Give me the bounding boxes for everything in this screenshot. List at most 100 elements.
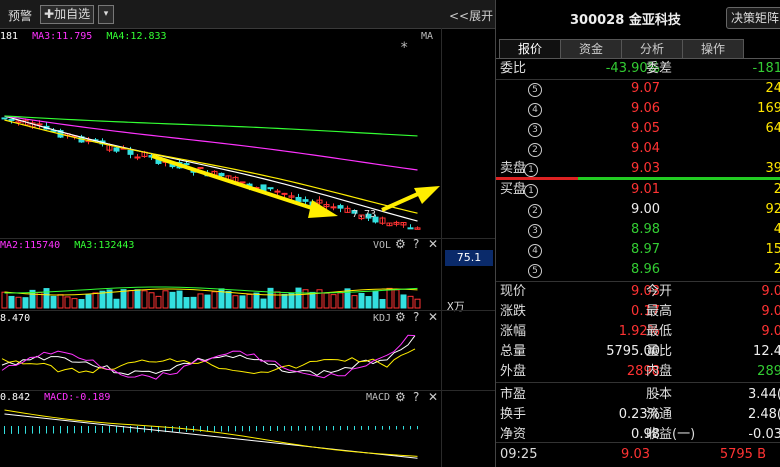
volume-bar [113,298,120,309]
chart-toolbar: 预警 ✚加自选 ▾ <<展开 [0,0,495,29]
volume-chart[interactable] [0,238,441,310]
volume-bar [393,289,400,309]
candle-body [113,147,120,152]
volume-bar [372,290,379,309]
volume-bar [190,296,197,309]
volume-bar [274,291,281,309]
annotation-arrow [414,186,440,204]
volume-bar [197,293,204,309]
volume-bar [295,287,302,309]
expand-button[interactable]: <<展开 [449,7,493,24]
vol-axis-highlight: 75.1 [445,250,493,266]
ma-line [4,115,418,171]
tab-quote[interactable]: 报价 [499,39,561,59]
tick-row: 09:25 9.03 5795 B [500,447,766,462]
order-row: 58.96 2 [496,260,780,280]
candle-body [274,190,281,193]
volume-bar [141,290,148,309]
divider [496,382,780,383]
ma-line [4,115,418,222]
volume-bar [246,293,253,309]
volume-bar [64,296,71,309]
stock-title: 300028 金亚科技 [570,13,681,28]
volume-bar [267,287,274,309]
annotation-arrow [151,154,319,212]
candle-body [330,206,337,209]
vol-unit: X万 [447,300,465,313]
kdj-line [1,334,416,380]
order-row: 现价 9.03 今开 9.0 [500,284,780,299]
order-row: 2 9.04 [496,139,780,159]
volume-bar [85,294,92,309]
volume-bar [1,291,8,309]
plus-icon: ✚ [44,7,55,21]
candle-body [281,192,288,195]
volume-bar [358,292,365,309]
axis-separator [441,28,442,467]
warn-button[interactable]: 预警 [8,7,32,24]
volume-bar [225,290,232,309]
candle-body [127,149,134,155]
tab-operate[interactable]: 操作 [682,39,744,59]
candle-body [295,196,302,203]
tab-funds[interactable]: 资金 [560,39,622,59]
annotation-arrow [381,191,421,212]
order-row: 48.97 15 [496,240,780,260]
volume-bar [15,296,22,309]
candle-body [337,205,344,209]
candle-body [267,187,274,190]
volume-bar [127,290,134,309]
order-row: 买盘19.01 2 [500,182,780,198]
candle-body [302,199,309,202]
order-row: 39.05 64 [496,119,780,139]
order-row: 涨幅 1.92% 最低 9.0 [500,324,780,339]
volume-bar [309,291,316,309]
order-row: 卖盘19.03 39 [500,161,780,177]
volume-bar [78,299,85,309]
weibi-row: 委比 -43.90% 委差 -181 [500,61,780,76]
volume-bar [365,296,372,309]
tab-analysis[interactable]: 分析 [621,39,683,59]
volume-bar [239,295,246,309]
order-row: 市盈 - 股本 3.44( [500,387,780,402]
decision-matrix-button[interactable]: 决策矩阵 [726,7,780,29]
volume-bar [260,298,267,309]
order-row: 换手 0.23% 流通 2.48( [500,407,780,422]
volume-bar [99,290,106,309]
volume-bar [8,295,15,309]
volume-bar [253,292,260,309]
volume-bar [155,295,162,309]
volume-bar [204,294,211,309]
macd-signal-line [4,409,418,457]
volume-bar [57,294,64,309]
volume-bar [400,294,407,309]
volume-bar [386,287,393,309]
candlestick-chart[interactable] [0,28,441,238]
low-price-label: 7.73 [352,209,377,220]
volume-bar [22,297,29,309]
macd-chart[interactable] [0,390,441,467]
order-row: 涨跌 0.17 最高 9.0 [500,304,780,319]
candle-body [183,163,190,166]
order-row: 外盘 2898 内盘 289 [500,364,780,379]
add-watchlist-button[interactable]: ✚加自选 [40,5,95,24]
candle-body [8,118,15,121]
volume-bar [92,292,99,309]
volume-bar [379,298,386,309]
volume-bar [50,295,57,309]
volume-bar [162,290,169,309]
volume-bar [337,292,344,309]
kdj-chart[interactable] [0,310,441,390]
candle-body [407,227,414,230]
order-row: 38.98 4 [496,220,780,240]
divider [496,442,780,443]
candle-body [1,117,8,120]
order-row: 总量 5795.00 量比 12.4 [500,344,780,359]
dropdown-arrow-icon[interactable]: ▾ [98,5,114,24]
volume-bar [169,291,176,309]
volume-bar [183,297,190,309]
order-row: 29.00 92 [496,200,780,220]
candle-body [134,156,141,159]
volume-bar [120,289,127,309]
quote-panel: 300028 金亚科技 决策矩阵 报价 资金 分析 操作 委比 -43.90% … [495,0,780,467]
